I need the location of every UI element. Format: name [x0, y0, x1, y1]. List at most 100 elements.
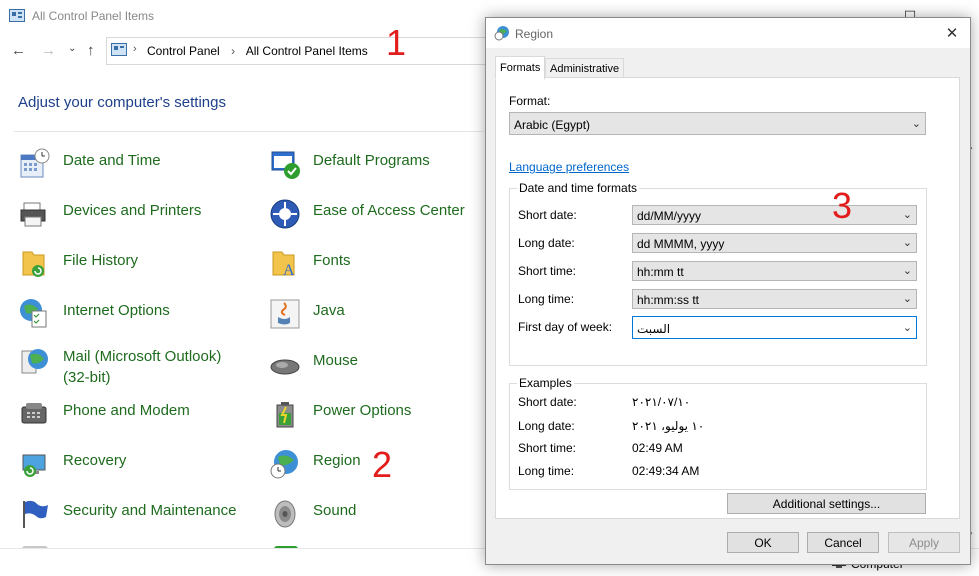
- forward-arrow-icon[interactable]: →: [41, 42, 56, 59]
- phone-icon: [21, 403, 47, 424]
- long-time-select[interactable]: hh:mm:ss tt ⌄: [632, 289, 917, 309]
- example-long-time-label: Long time:: [518, 464, 575, 478]
- item-label: Date and Time: [63, 152, 161, 169]
- annotation-3: 3: [832, 185, 853, 226]
- speaker-icon: [274, 500, 296, 528]
- tab-formats[interactable]: Formats: [495, 56, 546, 80]
- breadcrumb: Control Panel › All Control Panel Items: [147, 44, 368, 58]
- globe-clock-icon: [494, 26, 509, 41]
- language-preferences-link[interactable]: Language preferences: [509, 160, 629, 174]
- short-time-label: Short time:: [518, 264, 577, 278]
- example-long-date-label: Long date:: [518, 419, 575, 433]
- page-title: Adjust your computer's settings: [18, 94, 226, 111]
- long-time-value: hh:mm:ss tt: [637, 293, 700, 307]
- close-button[interactable]: ✕: [934, 18, 970, 48]
- ease-of-access-icon: [270, 199, 300, 229]
- example-short-date-value: ٢٠٢١/٠٧/١٠: [632, 395, 691, 409]
- examples-group: Examples Short date: ٢٠٢١/٠٧/١٠ Long dat…: [509, 376, 927, 490]
- item-label: Power Options: [313, 402, 412, 419]
- chevron-down-icon: ⌄: [902, 237, 912, 249]
- chevron-down-icon: ⌄: [902, 209, 912, 221]
- short-date-select[interactable]: dd/MM/yyyy ⌄: [632, 205, 917, 225]
- java-icon: [270, 299, 300, 329]
- tab-label: Administrative: [550, 62, 620, 75]
- item-label: File History: [63, 252, 139, 269]
- item-label: Mail (Microsoft Outlook) (32-bit): [63, 346, 221, 388]
- divider: [14, 131, 484, 132]
- breadcrumb-separator-icon: ›: [133, 43, 137, 55]
- item-label: Mouse: [313, 352, 359, 369]
- item-label: Recovery: [63, 452, 127, 469]
- item-label: Fonts: [313, 252, 351, 269]
- example-long-date-value: ١٠ يوليو، ٢٠٢١: [632, 419, 705, 433]
- item-label: Internet Options: [63, 302, 170, 319]
- additional-settings-button[interactable]: Additional settings...: [727, 493, 926, 514]
- item-label: Region: [313, 452, 361, 469]
- example-short-date-label: Short date:: [518, 395, 577, 409]
- first-day-of-week-value: السبت: [637, 322, 671, 336]
- short-time-value: hh:mm tt: [637, 265, 684, 279]
- chevron-down-icon: ⌄: [911, 118, 921, 130]
- dialog-titlebar: Region ✕: [486, 18, 970, 48]
- item-label: Default Programs: [313, 152, 430, 169]
- example-long-time-value: 02:49:34 AM: [632, 464, 700, 478]
- chevron-down-icon: ⌄: [902, 322, 912, 334]
- control-panel-icon: [9, 9, 25, 22]
- folder-history-icon: [22, 251, 45, 277]
- address-bar[interactable]: › Control Panel › All Control Panel Item…: [106, 37, 488, 65]
- svg-text:A: A: [283, 262, 295, 279]
- chevron-down-icon: ⌄: [902, 293, 912, 305]
- breadcrumb-all-items[interactable]: All Control Panel Items: [246, 44, 368, 58]
- item-label-line2: (32-bit): [63, 369, 111, 386]
- group-title: Date and time formats: [517, 181, 640, 195]
- group-title: Examples: [517, 376, 574, 390]
- format-select[interactable]: Arabic (Egypt) ⌄: [509, 112, 926, 135]
- back-arrow-icon[interactable]: ←: [11, 42, 26, 59]
- short-time-select[interactable]: hh:mm tt ⌄: [632, 261, 917, 281]
- item-label: Security and Maintenance: [63, 502, 237, 519]
- fonts-folder-icon: A: [272, 251, 295, 279]
- window-title: All Control Panel Items: [32, 9, 155, 23]
- dialog-title: Region: [515, 27, 554, 41]
- up-arrow-icon[interactable]: ↑: [87, 42, 95, 59]
- long-time-label: Long time:: [518, 292, 575, 306]
- calendar-clock-icon: [20, 148, 50, 178]
- first-day-of-week-select[interactable]: السبت ⌄: [632, 316, 917, 339]
- close-icon: ✕: [945, 25, 959, 42]
- flag-icon: [23, 500, 48, 528]
- annotation-1: 1: [386, 22, 407, 63]
- apply-button[interactable]: Apply: [888, 532, 960, 553]
- default-programs-icon: [271, 151, 300, 179]
- short-date-label: Short date:: [518, 208, 577, 222]
- breadcrumb-control-panel[interactable]: Control Panel: [147, 44, 220, 58]
- chevron-down-icon: ⌄: [902, 265, 912, 277]
- item-label: Phone and Modem: [63, 402, 190, 419]
- first-day-of-week-label: First day of week:: [518, 320, 613, 334]
- tab-label: Formats: [500, 62, 541, 74]
- format-value: Arabic (Egypt): [514, 118, 591, 132]
- battery-icon: [276, 402, 294, 428]
- long-date-label: Long date:: [518, 236, 575, 250]
- region-dialog: Region ✕ Formats Administrative Format: …: [485, 17, 971, 565]
- item-label-line1: Mail (Microsoft Outlook): [63, 348, 222, 365]
- example-short-time-value: 02:49 AM: [632, 441, 683, 455]
- ok-button[interactable]: OK: [727, 532, 799, 553]
- cancel-button[interactable]: Cancel: [807, 532, 879, 553]
- item-label: Java: [313, 302, 345, 319]
- long-date-value: dd MMMM, yyyy: [637, 237, 725, 251]
- globe-clock-icon: [270, 450, 298, 479]
- format-label: Format:: [509, 94, 551, 108]
- globe-checklist-icon: [20, 299, 47, 328]
- item-label: Sound: [313, 502, 357, 519]
- formats-panel: Format: Arabic (Egypt) ⌄ Language prefer…: [495, 77, 960, 519]
- item-label: Devices and Printers: [63, 202, 202, 219]
- date-time-formats-group: Date and time formats Short date: dd/MM/…: [509, 181, 927, 366]
- tab-administrative[interactable]: Administrative: [545, 58, 625, 79]
- control-panel-icon: [111, 43, 127, 56]
- item-label: Ease of Access Center: [313, 202, 465, 219]
- short-date-value: dd/MM/yyyy: [637, 209, 702, 223]
- long-date-select[interactable]: dd MMMM, yyyy ⌄: [632, 233, 917, 253]
- mail-icon: [21, 349, 48, 374]
- recent-locations-chevron-icon[interactable]: ⌄: [68, 43, 76, 54]
- breadcrumb-separator-icon: ›: [231, 44, 236, 58]
